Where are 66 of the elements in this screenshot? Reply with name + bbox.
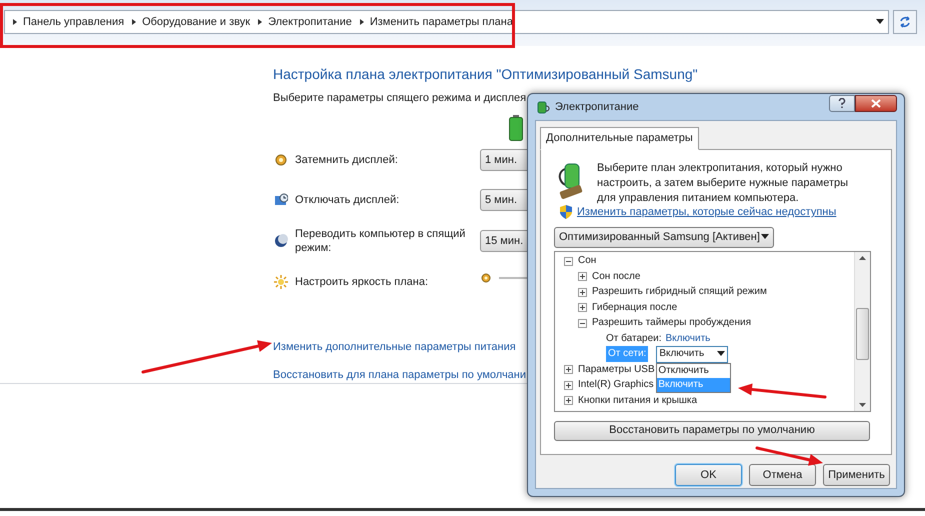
expand-icon[interactable]: [578, 303, 587, 312]
monitor-clock-icon: [274, 192, 288, 206]
tab[interactable]: Дополнительные параметры: [540, 127, 699, 150]
tree-item[interactable]: Разрешить таймеры пробуждения: [592, 316, 752, 330]
breadcrumb[interactable]: Оборудование и звук: [142, 14, 250, 30]
sun-icon: [274, 274, 288, 288]
expand-icon[interactable]: [564, 380, 573, 390]
setting-label: От батареи:: [606, 332, 662, 346]
breadcrumb[interactable]: Панель управления: [23, 14, 124, 30]
dropdown-option[interactable]: Отключить: [657, 364, 730, 378]
page-subtitle: Выберите параметры спящего режима и дисплея: [273, 91, 526, 106]
expand-icon[interactable]: [564, 396, 573, 406]
battery-plug-icon: [535, 100, 551, 114]
tree-item[interactable]: Сон после: [592, 270, 640, 284]
window-title: Электропитание: [555, 100, 639, 115]
plan-dropdown[interactable]: Оптимизированный Samsung [Активен]: [554, 226, 774, 248]
tree-item[interactable]: Кнопки питания и крышка: [578, 394, 698, 408]
value-link[interactable]: Включить: [666, 332, 710, 346]
link[interactable]: Изменить параметры, которые сейчас недоступны: [577, 204, 836, 220]
expand-icon[interactable]: [578, 272, 587, 282]
restore-defaults-button[interactable]: Восстановить параметры по умолчанию: [554, 420, 870, 440]
refresh-icon: [898, 15, 912, 29]
close-icon: [871, 98, 881, 108]
scrollbar[interactable]: [854, 252, 870, 410]
collapse-icon[interactable]: [578, 318, 587, 328]
setting-label: Настроить яркость плана:: [295, 274, 429, 288]
scroll-down-icon: [859, 402, 866, 406]
dimmer-icon: [481, 272, 491, 282]
tree-item[interactable]: Гибернация после: [592, 300, 678, 315]
dialog-button[interactable]: Отмена: [749, 464, 816, 486]
page-title: Настройка плана электропитания "Оптимизированный Samsung": [273, 65, 699, 84]
dropdown-arrow-icon: [876, 19, 884, 25]
refresh-button[interactable]: [893, 10, 917, 34]
breadcrumb[interactable]: Изменить параметры плана: [370, 14, 513, 30]
dialog-button[interactable]: Применить: [823, 464, 890, 486]
setting-label: От сети:: [606, 346, 648, 362]
battery-icon: [509, 114, 523, 140]
shield-icon: [560, 205, 572, 220]
scrollbar-thumb[interactable]: [856, 308, 869, 360]
annotation-arrow: [756, 446, 823, 466]
dialog-button[interactable]: OK: [675, 464, 742, 486]
dimmer-icon: [274, 152, 288, 166]
description-text: Выберите план электропитания, который нужно настроить, а затем выберите нужные параметры для управления питанием компьютера.: [597, 161, 850, 206]
chevron-icon: [11, 18, 19, 26]
breadcrumb[interactable]: Электропитание: [268, 14, 352, 30]
moon-icon: [274, 234, 288, 248]
close-button[interactable]: [855, 94, 897, 112]
setting-label: Затемнить дисплей:: [295, 152, 399, 166]
scroll-up-icon: [859, 256, 866, 260]
dropdown-arrow-icon: [717, 351, 726, 358]
tree-item[interactable]: Intel(R) Graphics: [578, 378, 654, 392]
dropdown-arrow-icon: [761, 234, 769, 240]
tree-item[interactable]: Параметры USB: [578, 362, 655, 377]
chevron-icon: [256, 18, 264, 26]
collapse-icon[interactable]: [564, 256, 573, 266]
chevron-icon: [130, 18, 138, 26]
chevron-icon: [358, 18, 366, 26]
setting-label: Переводить компьютер в спящий режим:: [295, 226, 466, 254]
setting-label: Отключать дисплей:: [295, 192, 400, 206]
expand-icon[interactable]: [564, 365, 573, 374]
help-icon: [838, 98, 846, 108]
tree-item[interactable]: Сон: [578, 254, 596, 268]
help-button[interactable]: [829, 94, 855, 112]
tree-item[interactable]: Разрешить гибридный спящий режим: [592, 285, 767, 300]
expand-icon[interactable]: [578, 288, 587, 297]
address-field[interactable]: Панель управления Оборудование и звук Электропитание Изменить параметры плана: [4, 10, 889, 34]
